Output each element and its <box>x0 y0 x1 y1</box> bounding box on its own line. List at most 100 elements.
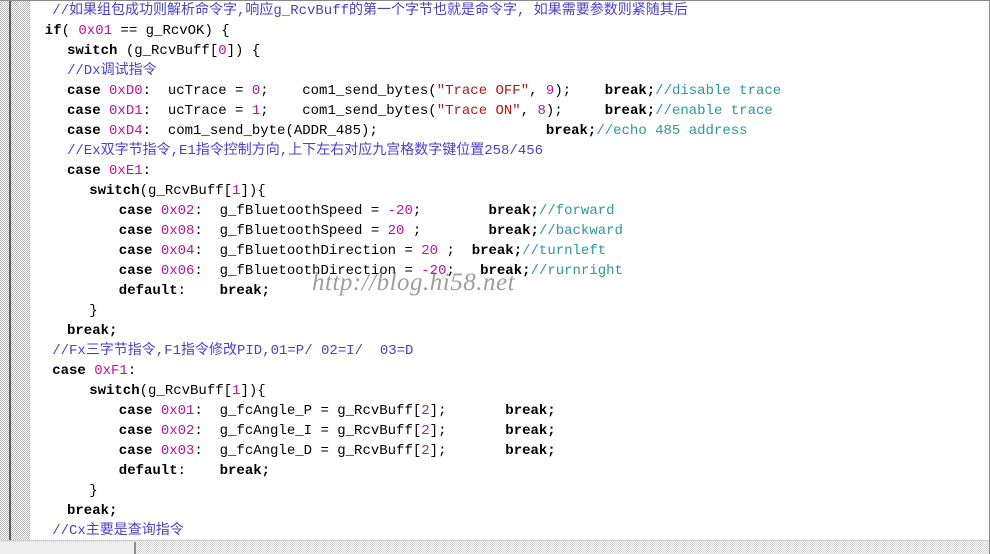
code-token: : g_fBluetoothDirection = <box>194 263 422 279</box>
code-line: //Cx主要是查询指令 <box>30 521 989 541</box>
code-token: case <box>67 83 101 99</box>
code-token: ; <box>404 223 489 239</box>
code-token: -20 <box>387 203 413 219</box>
code-content[interactable]: //如果组包成功则解析命令字,响应g_RcvBuff的第一个字节也就是命令字, … <box>30 1 989 541</box>
code-token: 0xD4 <box>109 123 143 139</box>
code-token: 0 <box>251 83 261 99</box>
code-token: //rurnright <box>530 263 623 279</box>
code-token: 0xE1 <box>109 163 143 179</box>
code-token: "Trace OFF" <box>436 83 530 99</box>
code-token: case <box>118 403 153 419</box>
code-token: break; <box>604 83 656 99</box>
code-token: ; <box>446 263 481 279</box>
code-token: break; <box>488 223 539 239</box>
code-token: break; <box>471 243 523 259</box>
code-token: //enable trace <box>655 103 773 119</box>
code-line: if( 0x01 == g_RcvOK) { <box>30 21 989 41</box>
code-token: //Fx三字节指令,F1指令修改PID,01=P/ 02=I/ 03=D <box>52 343 414 359</box>
code-token: default <box>118 283 178 299</box>
code-token: 0x03 <box>160 443 195 459</box>
code-token: break; <box>545 123 597 139</box>
code-token: case <box>118 203 153 219</box>
code-token: case <box>118 243 153 259</box>
code-line: case 0x06: g_fBluetoothDirection = -20; … <box>30 261 989 281</box>
code-token: : <box>142 163 152 179</box>
code-token: 0x04 <box>160 243 195 259</box>
code-token: : <box>177 463 220 479</box>
code-token: break; <box>67 503 118 519</box>
horizontal-scrollbar[interactable] <box>0 540 989 554</box>
code-token: ); <box>545 103 605 119</box>
code-token: : g_fcAngle_I = g_RcvBuff[ <box>194 423 422 439</box>
code-line: case 0x02: g_fcAngle_I = g_RcvBuff[2]; b… <box>30 421 989 441</box>
code-token: break; <box>480 263 531 279</box>
code-line: default: break; <box>30 281 989 301</box>
code-token: switch <box>67 43 118 59</box>
code-token: 1 <box>251 103 261 119</box>
code-line: case 0x02: g_fBluetoothSpeed = -20; brea… <box>30 201 989 221</box>
code-token: //如果组包成功则解析命令字,响应g_RcvBuff的第一个字节也就是命令字, … <box>52 3 688 19</box>
code-viewer: //如果组包成功则解析命令字,响应g_RcvBuff的第一个字节也就是命令字, … <box>0 0 990 554</box>
code-token: -20 <box>421 263 447 279</box>
code-token: break; <box>219 283 271 299</box>
code-line: break; <box>30 501 989 521</box>
code-line: //如果组包成功则解析命令字,响应g_RcvBuff的第一个字节也就是命令字, … <box>30 1 989 21</box>
code-token: case <box>67 123 101 139</box>
code-token: case <box>118 263 153 279</box>
code-token: break; <box>67 323 118 339</box>
code-token: : g_fcAngle_P = g_RcvBuff[ <box>194 403 422 419</box>
code-line: switch (g_RcvBuff[0]) { <box>30 41 989 61</box>
code-token: 2 <box>421 443 430 459</box>
code-token: if <box>44 23 62 39</box>
code-token: case <box>118 423 153 439</box>
code-token: : ucTrace = <box>142 103 252 119</box>
code-token: ]; <box>429 403 506 419</box>
code-token: //disable trace <box>655 83 782 99</box>
code-token: 20 <box>387 223 405 239</box>
code-line: } <box>30 481 989 501</box>
code-token: ]; <box>429 443 506 459</box>
code-token: ( <box>61 23 79 39</box>
code-token: : g_fcAngle_D = g_RcvBuff[ <box>194 443 422 459</box>
code-token: 0xD0 <box>109 83 143 99</box>
code-token: ); <box>554 83 605 99</box>
code-token: //backward <box>538 223 623 239</box>
code-token: : ucTrace = <box>142 83 252 99</box>
code-token: (g_RcvBuff[ <box>117 43 219 59</box>
code-token: ; com1_send_bytes( <box>260 103 437 119</box>
code-line: case 0xD1: ucTrace = 1; com1_send_bytes(… <box>30 101 989 121</box>
code-token: case <box>52 363 86 379</box>
code-token: 0xF1 <box>94 363 128 379</box>
code-line: case 0x04: g_fBluetoothDirection = 20 ; … <box>30 241 989 261</box>
code-token: case <box>118 223 153 239</box>
horizontal-scrollbar-thumb[interactable] <box>0 542 136 554</box>
gutter-rule <box>9 1 11 541</box>
code-token: 0x01 <box>160 403 195 419</box>
code-line: switch(g_RcvBuff[1]){ <box>30 381 989 401</box>
code-token: case <box>67 163 101 179</box>
code-token: 0x06 <box>160 263 195 279</box>
code-line: //Dx调试指令 <box>30 61 989 81</box>
code-token: //forward <box>538 203 615 219</box>
code-token: break; <box>505 423 556 439</box>
code-token: : <box>177 283 220 299</box>
code-token: (g_RcvBuff[ <box>139 183 233 199</box>
code-line: case 0x01: g_fcAngle_P = g_RcvBuff[2]; b… <box>30 401 989 421</box>
code-line: case 0xE1: <box>30 161 989 181</box>
code-line: case 0x08: g_fBluetoothSpeed = 20 ; brea… <box>30 221 989 241</box>
code-token: break; <box>488 203 539 219</box>
code-token: 2 <box>421 403 430 419</box>
code-token: : g_fBluetoothSpeed = <box>194 223 388 239</box>
editor-gutter <box>0 1 30 541</box>
code-token: break; <box>219 463 271 479</box>
code-token: } <box>89 483 98 499</box>
